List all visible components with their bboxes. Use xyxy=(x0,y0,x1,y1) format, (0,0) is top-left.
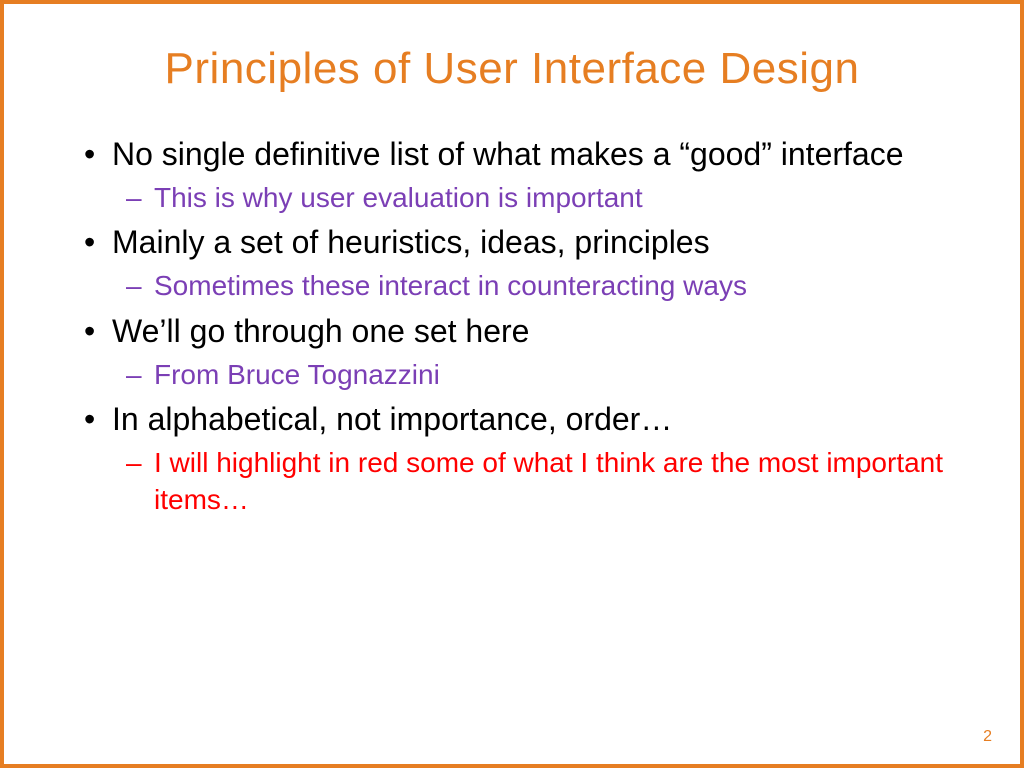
page-number: 2 xyxy=(983,728,992,746)
slide-content: No single definitive list of what makes … xyxy=(54,134,970,518)
slide-container: Principles of User Interface Design No s… xyxy=(0,0,1024,768)
bullet-1: No single definitive list of what makes … xyxy=(84,134,970,174)
sub-bullet-3: From Bruce Tognazzini xyxy=(84,357,970,393)
bullet-2: Mainly a set of heuristics, ideas, princ… xyxy=(84,222,970,262)
slide-title: Principles of User Interface Design xyxy=(54,44,970,94)
sub-bullet-4: I will highlight in red some of what I t… xyxy=(84,445,970,518)
bullet-4: In alphabetical, not importance, order… xyxy=(84,399,970,439)
sub-bullet-1: This is why user evaluation is important xyxy=(84,180,970,216)
bullet-3: We’ll go through one set here xyxy=(84,311,970,351)
sub-bullet-2: Sometimes these interact in counteractin… xyxy=(84,268,970,304)
